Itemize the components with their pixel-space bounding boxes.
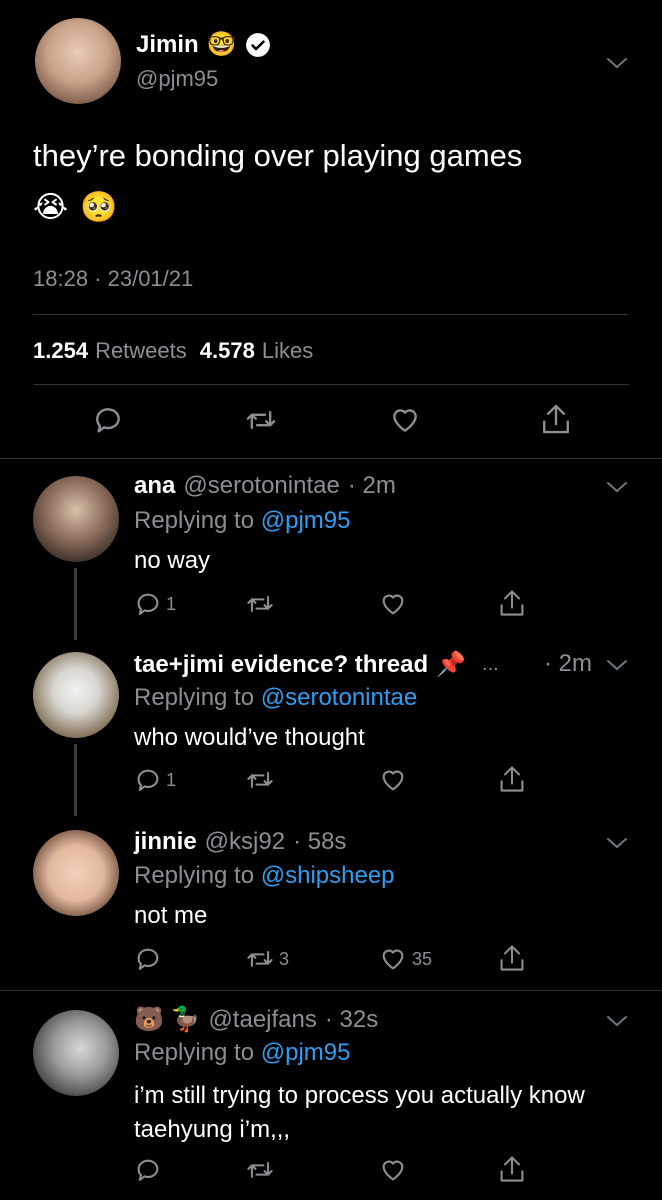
like-icon[interactable] — [378, 766, 408, 794]
avatar-jimin[interactable] — [35, 18, 121, 104]
replying-to-link[interactable]: @pjm95 — [261, 507, 351, 534]
retweet-icon[interactable] — [244, 404, 278, 436]
like-button[interactable]: 35 — [378, 945, 432, 973]
chevron-down-icon[interactable] — [606, 658, 628, 672]
like-count: 35 — [412, 948, 433, 969]
replying-to-link[interactable]: @serotonintae — [261, 684, 417, 711]
chevron-down-icon[interactable] — [606, 480, 628, 494]
tweet-emojis: 😭 🥺 — [33, 191, 120, 224]
reply-icon — [134, 766, 162, 794]
reply-text-line: i’m still trying to process you actually… — [134, 1082, 585, 1109]
display-name[interactable]: Jimin — [136, 31, 199, 59]
reply-icon[interactable] — [134, 1156, 162, 1184]
retweets-count[interactable]: 1.254 — [33, 338, 88, 364]
divider — [0, 990, 662, 991]
share-icon[interactable] — [498, 588, 526, 618]
reply-count: 1 — [166, 769, 177, 790]
reply-author-name[interactable]: jinnie — [134, 828, 197, 856]
avatar[interactable] — [33, 1010, 119, 1096]
share-icon[interactable] — [498, 764, 526, 794]
like-icon[interactable] — [378, 1156, 408, 1184]
replying-to-label: Replying to — [134, 684, 255, 711]
reply-author-handle[interactable]: @ksj92 — [205, 828, 285, 856]
reply-text-line: taehyung i’m,,, — [134, 1116, 291, 1143]
retweet-icon[interactable] — [245, 766, 275, 794]
reply-time[interactable]: · 2m — [348, 472, 396, 500]
likes-count[interactable]: 4.578 — [200, 338, 255, 364]
engagement-stats: 1.254 Retweets 4.578 Likes — [33, 338, 313, 364]
chevron-down-icon[interactable] — [606, 56, 628, 70]
reply-time[interactable]: · 2m — [544, 650, 592, 678]
like-icon — [378, 945, 408, 973]
reply-count: 1 — [166, 593, 177, 614]
share-icon[interactable] — [498, 1154, 526, 1184]
reply-author-name[interactable]: tae+jimi evidence? thread — [134, 651, 428, 679]
like-icon[interactable] — [378, 590, 408, 618]
reply-time[interactable]: · 32s — [325, 1006, 378, 1034]
reply-text: no way — [134, 547, 211, 574]
verified-badge-icon — [245, 32, 271, 58]
reply-button[interactable]: 1 — [134, 766, 176, 794]
avatar[interactable] — [33, 652, 119, 738]
avatar[interactable] — [33, 476, 119, 562]
retweet-icon[interactable] — [245, 590, 275, 618]
thread-line — [74, 568, 77, 640]
reply-author-name[interactable]: ana — [134, 472, 175, 500]
reply-author-handle[interactable]: @serotonintae — [183, 472, 339, 500]
retweet-button[interactable]: 3 — [245, 945, 289, 973]
bear-duck-emoji-icon[interactable]: 🐻 🦆 — [134, 1005, 200, 1034]
retweet-icon[interactable] — [245, 1156, 275, 1184]
avatar[interactable] — [33, 830, 119, 916]
replying-to-label: Replying to — [134, 1039, 255, 1066]
reply-text: not me — [134, 902, 208, 929]
likes-label[interactable]: Likes — [262, 338, 313, 364]
reply-author-handle[interactable]: @taejfans — [208, 1006, 316, 1034]
like-icon[interactable] — [388, 404, 422, 436]
reply-icon[interactable] — [92, 404, 124, 436]
name-ellipsis: ... — [482, 653, 499, 675]
tweet-timestamp[interactable]: 18:28 · 23/01/21 — [33, 266, 193, 292]
retweets-label[interactable]: Retweets — [95, 338, 187, 364]
divider — [33, 384, 629, 385]
replying-to-label: Replying to — [134, 862, 255, 889]
pushpin-icon: 📌 — [436, 651, 467, 678]
reply-text: i’m still trying to process you actually… — [134, 1079, 585, 1147]
replying-to-link[interactable]: @shipsheep — [261, 862, 395, 889]
reply-text: who would’ve thought — [134, 724, 365, 751]
divider — [0, 458, 662, 459]
retweet-count: 3 — [279, 948, 290, 969]
retweet-icon — [245, 945, 275, 973]
reply-time[interactable]: · 58s — [293, 828, 346, 856]
reply-icon — [134, 590, 162, 618]
tweet-text: they’re bonding over playing games — [33, 138, 523, 173]
reply-icon[interactable] — [134, 945, 162, 973]
divider — [33, 314, 629, 315]
share-icon[interactable] — [498, 943, 526, 973]
nerd-face-icon: 🤓 — [206, 31, 237, 58]
replying-to-link[interactable]: @pjm95 — [261, 1039, 351, 1066]
replying-to-label: Replying to — [134, 507, 255, 534]
chevron-down-icon[interactable] — [606, 1014, 628, 1028]
handle[interactable]: @pjm95 — [136, 66, 218, 92]
thread-line — [74, 744, 77, 816]
chevron-down-icon[interactable] — [606, 836, 628, 850]
reply-button[interactable]: 1 — [134, 590, 176, 618]
share-icon[interactable] — [540, 402, 572, 436]
